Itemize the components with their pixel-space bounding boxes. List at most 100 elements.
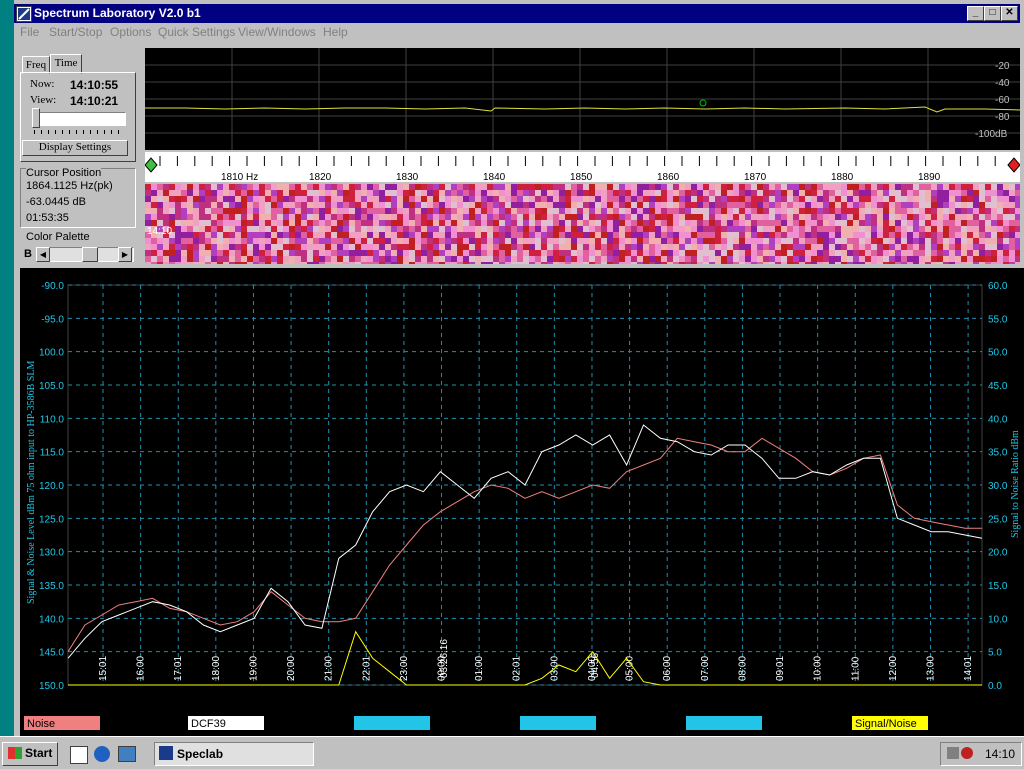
- palette-scroll-thumb[interactable]: [82, 247, 98, 262]
- y2-axis-label: Signal to Noise Ratio dBm: [1010, 430, 1021, 538]
- x-tick: 07:00: [700, 656, 711, 681]
- y-tick: 140.0: [39, 614, 64, 625]
- x-tick: 18:00: [211, 656, 222, 681]
- x-tick: 19:00: [248, 656, 259, 681]
- legend-swatch: [520, 716, 596, 730]
- left-marker-icon: [144, 157, 158, 173]
- time-slider[interactable]: [32, 112, 126, 126]
- task-speclab-button[interactable]: Speclab: [154, 742, 314, 766]
- freq-tick: 1860: [657, 172, 680, 182]
- now-value: 14:10:55: [70, 78, 119, 92]
- spectrum-display[interactable]: -20 -40 -60 -80 -100dB: [145, 48, 1021, 150]
- cursor-position-label: Cursor Position: [26, 167, 102, 179]
- y2-tick: 15.0: [988, 581, 1008, 592]
- window-title: Spectrum Laboratory V2.0 b1: [34, 6, 201, 20]
- x-tick: 13:00: [925, 656, 936, 681]
- y-tick: 115.0: [40, 448, 65, 459]
- legend-label: Signal/Noise: [855, 718, 917, 730]
- spectrum-trace: [145, 106, 1021, 113]
- start-label: Start: [25, 746, 53, 760]
- series-line-dcf39: [67, 424, 983, 659]
- series-line-signal-noise: [68, 630, 982, 686]
- freq-tick: 1820: [309, 172, 332, 182]
- frequency-scale[interactable]: 1810 Hz 1820 1830 1840 1850 1860 1870 18…: [144, 152, 1021, 183]
- cursor-time: 01:53:35: [26, 212, 69, 224]
- x-tick: 09:01: [775, 656, 786, 681]
- y2-tick: 60.0: [988, 281, 1008, 292]
- y-tick: 130.0: [39, 548, 64, 559]
- waterfall-time-label: 14:10: [147, 226, 173, 237]
- y2-tick: 30.0: [988, 481, 1008, 492]
- y2-tick: 5.0: [988, 648, 1002, 659]
- cursor-freq: 1864.1125 Hz(pk): [26, 180, 113, 192]
- view-label: View:: [30, 94, 57, 106]
- y-tick: 100.0: [39, 348, 64, 359]
- app-icon: [16, 6, 32, 22]
- maximize-icon[interactable]: □: [984, 6, 1001, 21]
- x-tick: 20:00: [286, 656, 297, 681]
- task-speclab-label: Speclab: [177, 747, 224, 761]
- menu-bar: File Start/Stop Options Quick Settings V…: [14, 23, 1020, 41]
- menu-file[interactable]: File: [20, 25, 39, 39]
- db-tick: -80: [995, 112, 1010, 123]
- annotation: 03:26:16: [439, 639, 450, 678]
- y-tick: -90.0: [41, 281, 64, 292]
- color-palette-label: Color Palette: [26, 231, 90, 243]
- freq-tick: 1850: [570, 172, 593, 182]
- y-tick: 145.0: [39, 648, 64, 659]
- minimize-icon[interactable]: _: [967, 6, 984, 21]
- system-tray: 14:10: [940, 742, 1022, 766]
- tray-speaker-icon[interactable]: [947, 747, 959, 759]
- quicklaunch-ie-icon[interactable]: [94, 746, 110, 762]
- menu-start-stop[interactable]: Start/Stop: [49, 25, 102, 39]
- tray-app-icon[interactable]: [961, 747, 973, 759]
- close-icon[interactable]: ✕: [1001, 6, 1018, 21]
- now-label: Now:: [30, 78, 55, 90]
- y-axis-label: Signal & Noise Level dBm 75 ohm input to…: [26, 361, 37, 604]
- menu-help[interactable]: Help: [323, 25, 348, 39]
- y2-tick: 35.0: [988, 448, 1008, 459]
- y-tick: 135.0: [39, 581, 64, 592]
- x-tick: 06:00: [662, 656, 673, 681]
- time-slider-thumb[interactable]: [32, 108, 40, 128]
- desktop-left-strip: [0, 0, 14, 736]
- x-tick: 16:00: [136, 656, 147, 681]
- chart-window[interactable]: -90.0 -95.0 100.0 105.0 110.0 115.0 120.0 125.0…: [16, 268, 1024, 736]
- x-tick: 22:01: [361, 656, 372, 681]
- view-value: 14:10:21: [70, 94, 119, 108]
- start-button[interactable]: Start: [2, 742, 58, 766]
- db-tick: -20: [995, 61, 1010, 72]
- legend-label: Noise: [27, 718, 55, 730]
- peak-marker-icon: [699, 99, 707, 107]
- menu-options[interactable]: Options: [110, 25, 151, 39]
- window-titlebar[interactable]: Spectrum Laboratory V2.0 b1 _ □ ✕: [14, 4, 1020, 23]
- quicklaunch-outlook-icon[interactable]: [70, 746, 88, 764]
- db-tick: -100dB: [975, 129, 1008, 140]
- tab-time[interactable]: Time: [50, 54, 82, 74]
- freq-tick: 1880: [831, 172, 854, 182]
- waterfall-display[interactable]: 14:10: [145, 184, 1021, 268]
- display-settings-button[interactable]: Display Settings: [22, 140, 128, 156]
- quicklaunch-desktop-icon[interactable]: [118, 746, 136, 762]
- scroll-right-icon[interactable]: ▶: [118, 247, 132, 262]
- db-tick: -60: [995, 95, 1010, 106]
- legend-label: DCF39: [191, 718, 226, 730]
- legend-swatch: [686, 716, 762, 730]
- y-tick: 105.0: [39, 381, 64, 392]
- menu-view-windows[interactable]: View/Windows: [238, 25, 316, 39]
- x-tick: 01:00: [474, 656, 485, 681]
- freq-tick: 1830: [396, 172, 419, 182]
- cursor-level: -63.0445 dB: [26, 196, 86, 208]
- y2-tick: 50.0: [988, 348, 1008, 359]
- scroll-left-icon[interactable]: ◀: [36, 247, 50, 262]
- y-tick: 120.0: [39, 481, 64, 492]
- x-tick: 21:00: [324, 656, 335, 681]
- x-tick: 02:01: [512, 656, 523, 681]
- y-tick: -95.0: [41, 314, 64, 325]
- menu-quick-settings[interactable]: Quick Settings: [158, 25, 235, 39]
- slider-ticks: [34, 130, 124, 134]
- db-tick: -40: [995, 78, 1010, 89]
- x-tick: 15:01: [98, 656, 109, 681]
- freq-tick: 1840: [483, 172, 506, 182]
- freq-tick: 1870: [744, 172, 767, 182]
